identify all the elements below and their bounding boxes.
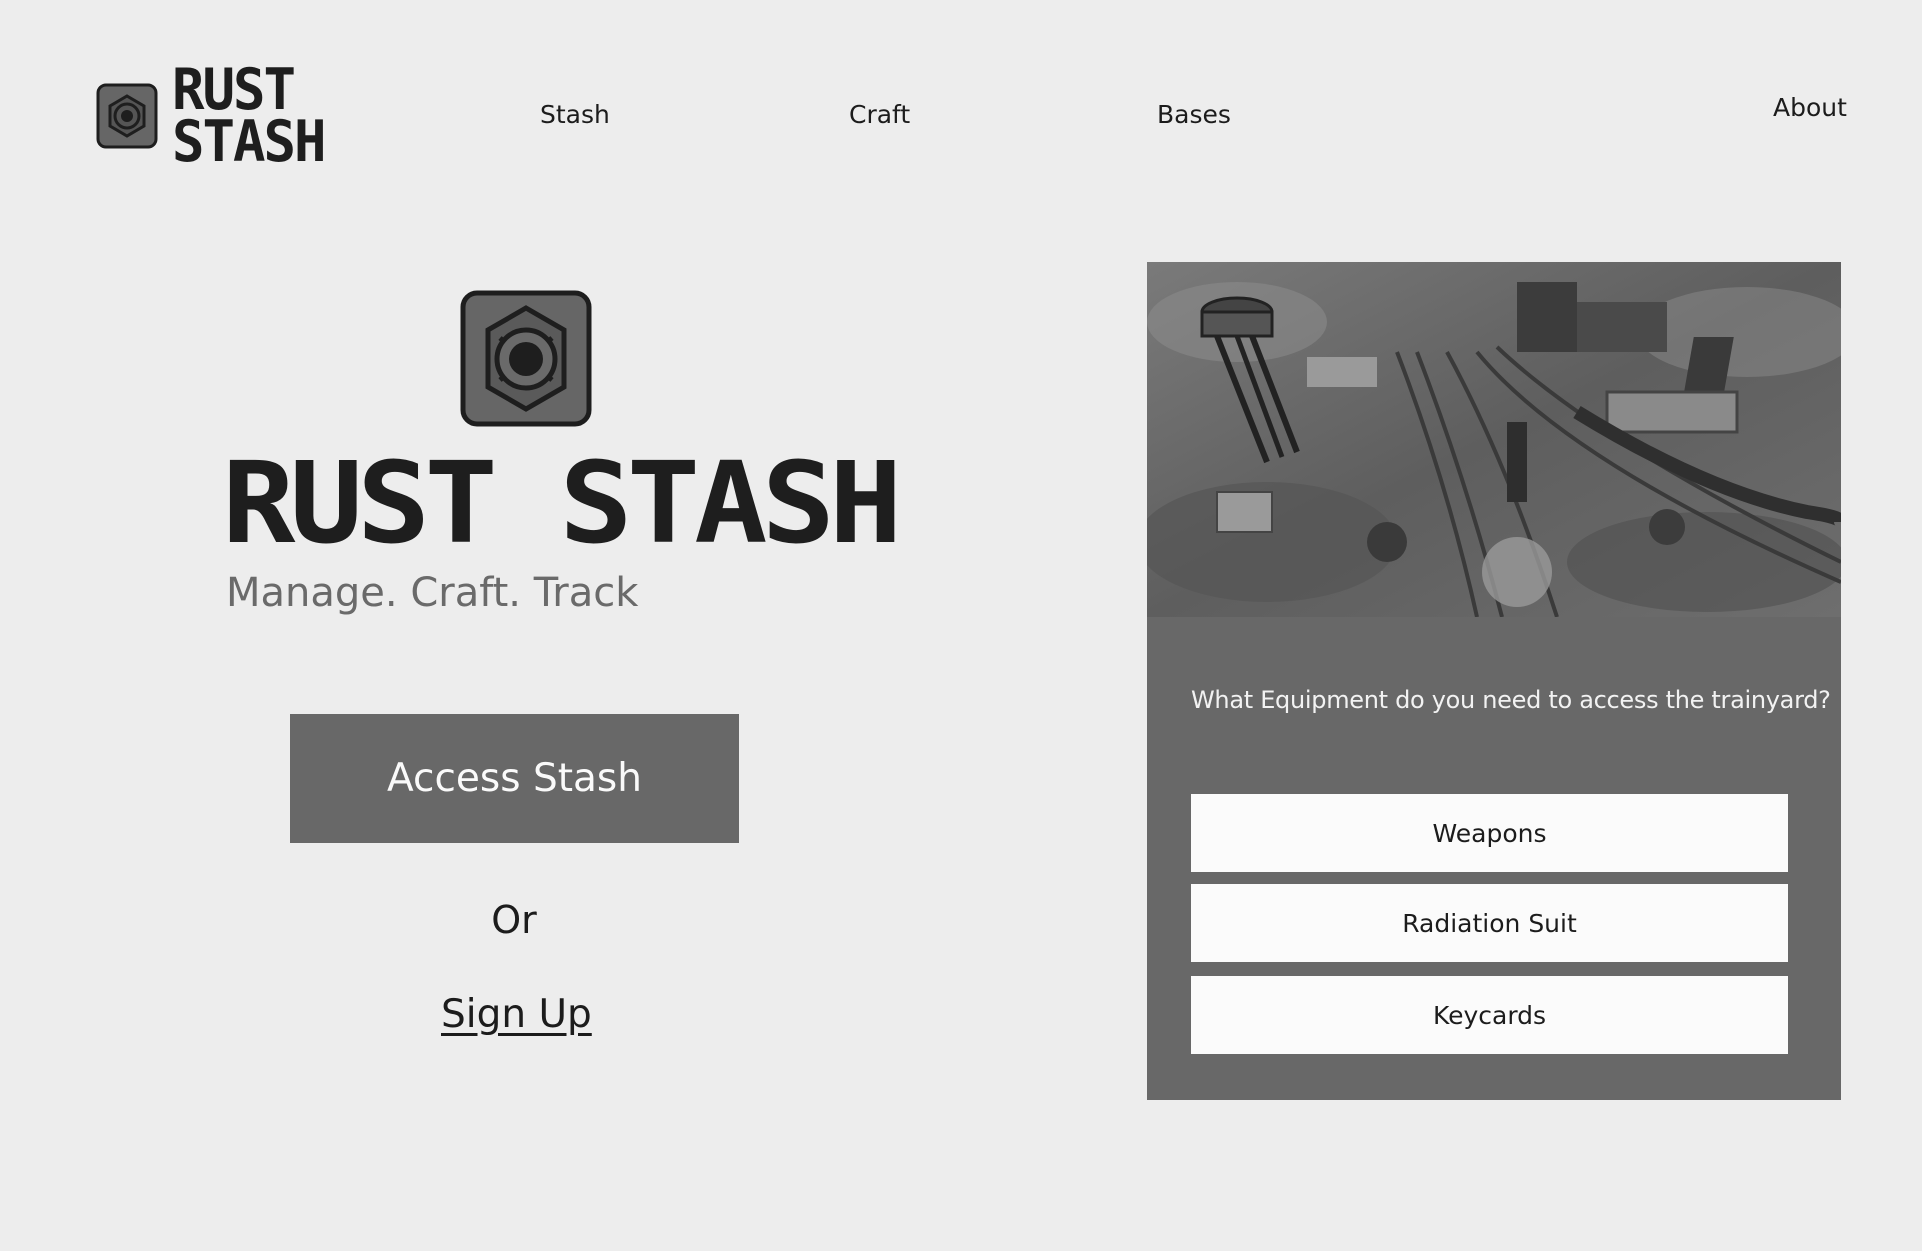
sign-up-link[interactable]: Sign Up <box>441 992 592 1037</box>
header-logo[interactable]: RUST STASH <box>96 61 327 175</box>
answer-keycards[interactable]: Keycards <box>1191 976 1788 1054</box>
nav-about[interactable]: About <box>1773 93 1847 122</box>
nav-bases[interactable]: Bases <box>1157 100 1231 129</box>
hero-title: RUST STASH <box>222 438 903 569</box>
safe-icon <box>460 290 592 427</box>
access-stash-button[interactable]: Access Stash <box>290 714 739 843</box>
answer-radiation-suit[interactable]: Radiation Suit <box>1191 884 1788 962</box>
answer-weapons[interactable]: Weapons <box>1191 794 1788 872</box>
safe-icon <box>96 83 158 149</box>
trainyard-image <box>1147 262 1841 617</box>
nav-craft[interactable]: Craft <box>849 100 910 129</box>
hero-tagline: Manage. Craft. Track <box>226 570 639 616</box>
logo-wordmark: RUST STASH <box>172 61 327 175</box>
logo-line-2: STASH <box>172 108 327 175</box>
quiz-card: What Equipment do you need to access the… <box>1147 262 1841 1100</box>
quiz-question: What Equipment do you need to access the… <box>1191 686 1831 714</box>
or-separator: Or <box>491 898 537 942</box>
nav-stash[interactable]: Stash <box>540 100 610 129</box>
